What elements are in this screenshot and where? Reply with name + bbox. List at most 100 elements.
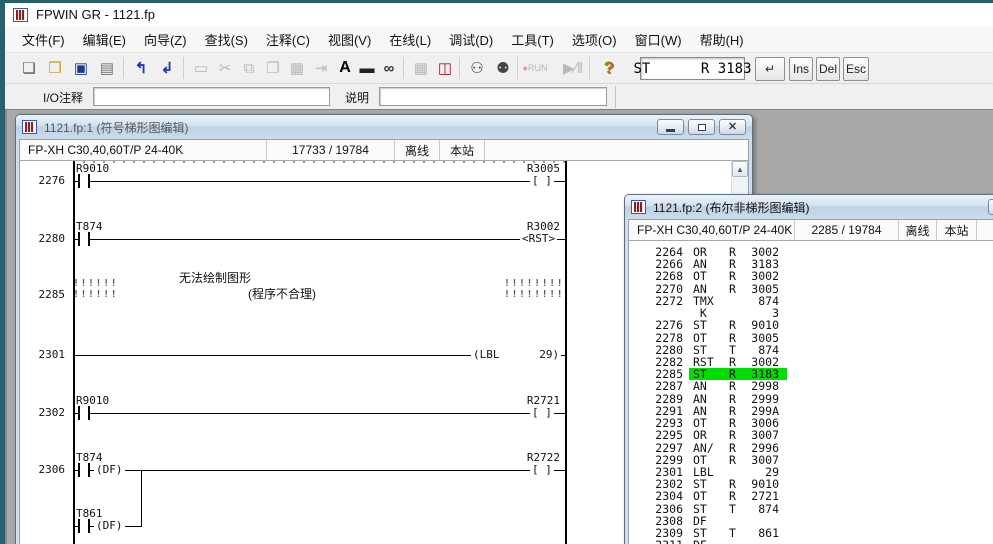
instruction: ANR2998 (689, 380, 787, 392)
list-row[interactable]: 2285STR3183 (629, 368, 993, 380)
list-row[interactable]: 2276STR9010 (629, 319, 993, 331)
list-row[interactable]: 2295ORR3007 (629, 429, 993, 441)
status-monitor-icon[interactable]: ◫ (433, 56, 457, 80)
program-convert-icon[interactable]: ↰ (129, 56, 153, 80)
plc-type: FP-XH C30,40,60T/P 24-40K (20, 140, 267, 160)
list-row[interactable]: 2297AN/R2996 (629, 442, 993, 454)
minimize-icon[interactable] (988, 199, 993, 215)
instruction-entry-display[interactable]: ST R 3183 (640, 57, 745, 80)
rung-number: 2302 (20, 406, 65, 419)
list-row[interactable]: 2280STT874 (629, 344, 993, 356)
find-icon[interactable]: ∞ (377, 56, 401, 80)
operand-type: R (729, 319, 743, 331)
opcode: AN/ (693, 442, 729, 454)
list-row[interactable]: 2278OTR3005 (629, 332, 993, 344)
instruction: ANR2999 (689, 393, 787, 405)
menu-item-5[interactable]: 视图(V) (319, 26, 380, 53)
list-row[interactable]: 2287ANR2998 (629, 380, 993, 392)
list-row[interactable]: 2306STT874 (629, 503, 993, 515)
print-icon[interactable]: ▤ (95, 56, 119, 80)
toolbar-separator (183, 57, 184, 79)
menu-item-8[interactable]: 工具(T) (502, 26, 563, 53)
list-row[interactable]: 2264ORR3002 (629, 246, 993, 258)
instruction: DF (689, 539, 787, 544)
run-mode-icon: ●RUN (523, 56, 547, 80)
rung-number: 2285 (20, 288, 65, 301)
minimize-icon[interactable] (657, 119, 684, 135)
menu-item-6[interactable]: 在线(L) (380, 26, 440, 53)
list-row[interactable]: 2308DF (629, 515, 993, 527)
new-file-icon[interactable]: ❏ (17, 56, 41, 80)
list-row[interactable]: 2299OTR3007 (629, 454, 993, 466)
boolean-editor-window[interactable]: 1121.fp:2 (布尔非梯形图编辑) FP-XH C30,40,60T/P … (624, 194, 993, 544)
help-icon[interactable]: ? (597, 56, 621, 80)
operand-type: R (729, 490, 743, 502)
boolean-window-titlebar[interactable]: 1121.fp:2 (布尔非梯形图编辑) (625, 195, 993, 219)
program-download-convert-icon[interactable]: ↲ (155, 56, 179, 80)
offline-mode-icon[interactable]: ⚉ (491, 56, 515, 80)
instruction: ORR3007 (689, 429, 787, 441)
operand-type: R (729, 380, 743, 392)
list-row[interactable]: 2293OTR3006 (629, 417, 993, 429)
close-icon[interactable]: ✕ (719, 119, 746, 135)
list-row[interactable]: 2301LBL29 (629, 466, 993, 478)
paste-icon: ❐ (261, 56, 285, 80)
list-row[interactable]: 2291ANR299A (629, 405, 993, 417)
del-key-button[interactable]: Del (816, 57, 840, 81)
cut-icon: ✂ (213, 56, 237, 80)
list-row[interactable]: 2282RSTR3002 (629, 356, 993, 368)
list-row[interactable]: 2289ANR2999 (629, 393, 993, 405)
rung-line (75, 413, 565, 414)
list-row[interactable]: 2272TMX874 (629, 295, 993, 307)
rung-line (75, 239, 565, 240)
list-row[interactable]: 2304OTR2721 (629, 490, 993, 502)
enter-key-button[interactable]: ↵ (755, 57, 785, 81)
instruction: OTR2721 (689, 490, 787, 502)
ladder-window-titlebar[interactable]: 1121.fp:1 (符号梯形图编辑) ✕ (16, 115, 752, 139)
list-row[interactable]: 2311DF (629, 539, 993, 544)
left-bus-bar (73, 161, 75, 544)
mdi-workspace: 1121.fp:1 (符号梯形图编辑) ✕ FP-XH C30,40,60T/P… (5, 109, 993, 544)
list-row[interactable]: 2268OTR3002 (629, 270, 993, 282)
online-mode-icon[interactable]: ⚇ (465, 56, 489, 80)
coil-symbol: [ ] (530, 174, 554, 188)
menu-item-2[interactable]: 向导(Z) (135, 26, 196, 53)
contact-symbol (78, 406, 90, 420)
menu-item-7[interactable]: 调试(D) (440, 26, 502, 53)
menu-item-9[interactable]: 选项(O) (563, 26, 626, 53)
restore-icon[interactable] (688, 119, 715, 135)
scroll-up-icon[interactable]: ▲ (732, 161, 748, 177)
description-input[interactable] (379, 87, 607, 106)
comment-bar-icon[interactable]: ▬ (355, 56, 379, 80)
text-entry-icon[interactable]: A (333, 56, 357, 80)
operand-value: 3002 (743, 270, 779, 282)
list-row[interactable]: K3 (629, 307, 993, 319)
operand-value: 861 (743, 527, 779, 539)
list-row[interactable]: 2270ANR3005 (629, 283, 993, 295)
menu-item-3[interactable]: 查找(S) (196, 26, 257, 53)
esc-key-button[interactable]: Esc (843, 57, 869, 81)
opcode: ST (693, 319, 729, 331)
ins-key-button[interactable]: Ins (789, 57, 813, 81)
boolean-instruction-list[interactable]: 2264ORR30022266ANR31832268OTR30022270ANR… (629, 241, 993, 544)
rung-number: 2276 (20, 174, 65, 187)
right-bus-bar (565, 161, 567, 544)
open-file-icon[interactable]: ❒ (43, 56, 67, 80)
operand-value: 9010 (743, 319, 779, 331)
toolbar-separator (123, 57, 124, 79)
menu-item-0[interactable]: 文件(F) (13, 26, 74, 53)
menu-item-1[interactable]: 编辑(E) (74, 26, 135, 53)
operand-type: T (729, 527, 743, 539)
rung-line (75, 470, 565, 471)
list-row[interactable]: 2309STT861 (629, 527, 993, 539)
menu-item-10[interactable]: 窗口(W) (626, 26, 691, 53)
menu-item-11[interactable]: 帮助(H) (691, 26, 753, 53)
list-row[interactable]: 2266ANR3183 (629, 258, 993, 270)
document-icon (631, 200, 646, 214)
df-symbol: (DF) (94, 519, 125, 533)
menu-item-4[interactable]: 注释(C) (257, 26, 319, 53)
save-icon[interactable]: ▣ (69, 56, 93, 80)
list-row[interactable]: 2302STR9010 (629, 478, 993, 490)
io-comment-input[interactable] (93, 87, 330, 106)
ladder-window-title: 1121.fp:1 (符号梯形图编辑) (44, 119, 188, 136)
